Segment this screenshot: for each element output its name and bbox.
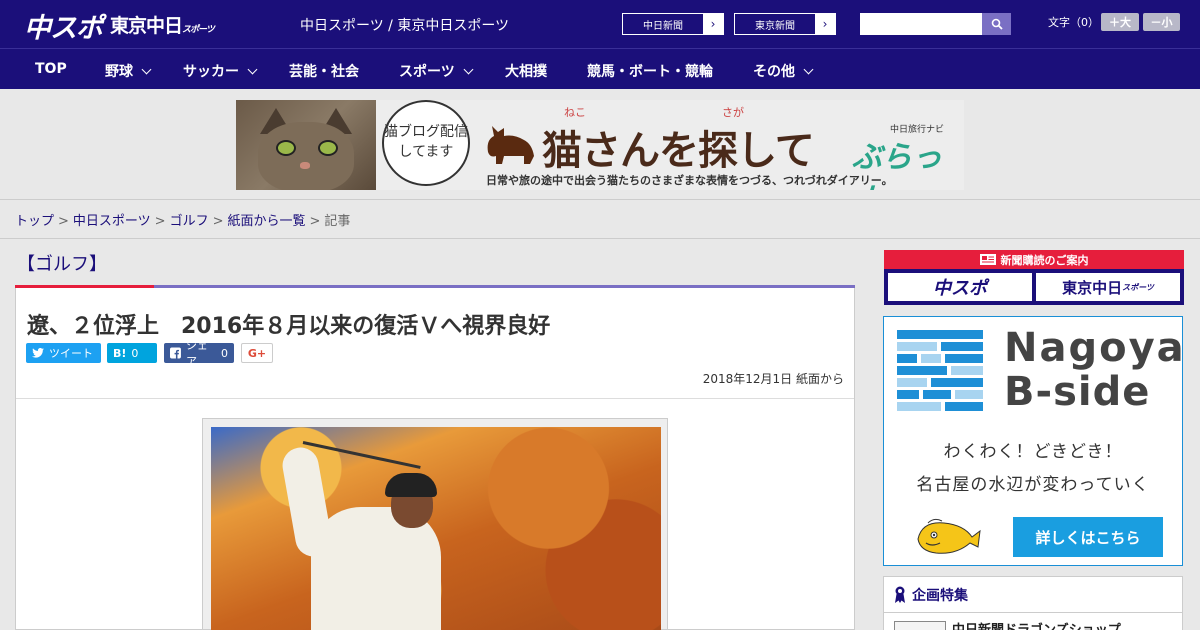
subscription-header-label: 新聞購読のご案内 bbox=[1000, 253, 1089, 267]
chevron-right-icon: › bbox=[703, 14, 723, 34]
nav-item-sumo[interactable]: 大相撲 bbox=[505, 61, 547, 81]
nav-item-label: その他 bbox=[753, 64, 795, 80]
nagoya-bside-ad[interactable]: Nagoya B-side わくわく！どきどき！ 名古屋の水辺が変わっていく 詳… bbox=[883, 316, 1186, 566]
special-feature-header: 企画特集 bbox=[884, 577, 1182, 613]
main-nav: TOP 野球 サッカー 芸能・社会 スポーツ 大相撲 競馬・ボート・競輪 その他 bbox=[0, 48, 1200, 89]
banner-title: 猫さんを探して bbox=[542, 128, 815, 174]
subscribe-tokyo-text: 東京中日 bbox=[1062, 278, 1123, 297]
banner-subtitle: 日常や旅の途中で出会う猫たちのさまざまな表情をつづる、つれづれダイアリー。 bbox=[486, 174, 893, 187]
article-headline: 遼、２位浮上 2016年８月以来の復活Ｖへ視界良好 bbox=[27, 314, 551, 339]
ribbon-icon bbox=[895, 586, 905, 603]
nav-item-sports[interactable]: スポーツ bbox=[399, 61, 474, 81]
brick-wall-icon bbox=[897, 330, 983, 414]
chevron-down-icon bbox=[803, 64, 814, 74]
nav-item-entertainment[interactable]: 芸能・社会 bbox=[289, 61, 359, 81]
nav-item-racing[interactable]: 競馬・ボート・競輪 bbox=[587, 61, 713, 81]
tokyo-shimbun-link[interactable]: 東京新聞 › bbox=[734, 13, 836, 35]
category-title: 【ゴルフ】 bbox=[17, 254, 107, 275]
divider bbox=[16, 398, 854, 399]
breadcrumb-print-list[interactable]: 紙面から一覧 bbox=[228, 214, 306, 229]
speech-bubble: 猫ブログ配信してます bbox=[382, 100, 470, 186]
search-input[interactable] bbox=[860, 13, 982, 35]
hatena-count: 0 bbox=[131, 346, 139, 360]
nav-item-label: 野球 bbox=[105, 64, 133, 80]
subscription-box: 新聞購読のご案内 中スポ 東京中日 スポーツ bbox=[884, 250, 1184, 305]
bside-tagline1: わくわく！どきどき！ bbox=[943, 442, 1123, 462]
subscribe-tokyo-chunichi-link[interactable]: 東京中日 スポーツ bbox=[1036, 273, 1180, 301]
facebook-label: シェア bbox=[185, 339, 208, 368]
banner-area: 猫ブログ配信してます ねこ さが 猫さんを探して 日常や旅の途中で出会う猫たちの… bbox=[0, 89, 1200, 200]
chevron-down-icon bbox=[247, 64, 258, 74]
nav-item-label: サッカー bbox=[183, 64, 239, 80]
special-feature-box: 企画特集 中日新聞ドラゴンズショップ bbox=[883, 576, 1183, 630]
bside-title-line1: Nagoya bbox=[1004, 325, 1186, 371]
nav-item-top[interactable]: TOP bbox=[35, 61, 67, 77]
tweet-button[interactable]: ツイート bbox=[26, 343, 101, 363]
banner-brand: ぶらっ人 bbox=[852, 140, 942, 190]
tokyo-shimbun-label: 東京新聞 bbox=[755, 20, 795, 32]
nav-item-label: スポーツ bbox=[399, 64, 455, 80]
bside-details-button[interactable]: 詳しくはこちら bbox=[1013, 517, 1163, 557]
feature-item-link[interactable]: 中日新聞ドラゴンズショップ bbox=[952, 619, 1121, 630]
search-button[interactable] bbox=[982, 13, 1011, 35]
hatena-bookmark-button[interactable]: B! 0 bbox=[107, 343, 157, 363]
nav-item-label: TOP bbox=[35, 61, 67, 77]
subscription-header: 新聞購読のご案内 bbox=[884, 250, 1184, 269]
golfer-photo[interactable] bbox=[211, 427, 661, 630]
bside-tagline2: 名古屋の水辺が変わっていく bbox=[916, 475, 1150, 495]
cat-blog-banner[interactable]: 猫ブログ配信してます ねこ さが 猫さんを探して 日常や旅の途中で出会う猫たちの… bbox=[236, 100, 964, 190]
facebook-share-button[interactable]: シェア 0 bbox=[164, 339, 234, 368]
article-photo-frame bbox=[202, 418, 668, 630]
nav-item-label: 大相撲 bbox=[505, 64, 547, 80]
font-bigger-button[interactable]: ＋大 bbox=[1101, 13, 1139, 31]
article-card: 遼、２位浮上 2016年８月以来の復活Ｖへ視界良好 ツイート B! 0 シェア … bbox=[15, 288, 855, 630]
chunichi-shimbun-link[interactable]: 中日新聞 › bbox=[622, 13, 724, 35]
special-feature-label: 企画特集 bbox=[912, 587, 968, 604]
nav-item-baseball[interactable]: 野球 bbox=[105, 61, 152, 81]
chevron-down-icon bbox=[463, 64, 474, 74]
cat-photo bbox=[236, 100, 376, 190]
breadcrumb-top[interactable]: トップ bbox=[15, 214, 54, 229]
feature-thumbnail[interactable] bbox=[894, 621, 946, 630]
breadcrumb-chunichi-sports[interactable]: 中日スポーツ bbox=[73, 214, 151, 229]
subscribe-tokyo-small: スポーツ bbox=[1122, 282, 1154, 292]
nav-item-label: 競馬・ボート・競輪 bbox=[587, 64, 713, 80]
chuspo-logo[interactable]: 中スポ bbox=[24, 6, 103, 45]
facebook-icon bbox=[170, 347, 181, 359]
breadcrumb-golf[interactable]: ゴルフ bbox=[170, 214, 209, 229]
google-plus-button[interactable]: G+ bbox=[241, 343, 273, 363]
twitter-icon bbox=[32, 348, 44, 358]
tokyo-chunichi-logo[interactable]: 東京中日スポーツ bbox=[110, 11, 215, 38]
search-icon bbox=[991, 18, 1003, 30]
chevron-right-icon: › bbox=[815, 14, 835, 34]
breadcrumb: トップ > 中日スポーツ > ゴルフ > 紙面から一覧 > 記事 bbox=[15, 214, 351, 229]
divider bbox=[0, 238, 1200, 239]
breadcrumb-current: 記事 bbox=[324, 214, 351, 229]
shachihoko-mascot-icon bbox=[917, 518, 981, 554]
subscribe-chuspo-link[interactable]: 中スポ bbox=[888, 273, 1032, 301]
tokyo-chunichi-logo-text: 東京中日 bbox=[110, 15, 183, 37]
font-smaller-button[interactable]: －小 bbox=[1143, 13, 1180, 31]
font-size-label: 文字（0） bbox=[1048, 16, 1099, 29]
newspaper-icon bbox=[979, 254, 996, 265]
cat-silhouette-icon bbox=[487, 126, 534, 164]
nav-item-label: 芸能・社会 bbox=[289, 64, 359, 80]
nav-item-soccer[interactable]: サッカー bbox=[183, 61, 258, 81]
site-title[interactable]: 中日スポーツ / 東京中日スポーツ bbox=[300, 15, 509, 35]
chevron-down-icon bbox=[141, 64, 152, 74]
hatena-icon: B! bbox=[113, 346, 127, 360]
tokyo-chunichi-logo-small: スポーツ bbox=[182, 25, 215, 35]
tweet-label: ツイート bbox=[49, 347, 93, 360]
nav-item-other[interactable]: その他 bbox=[753, 61, 814, 81]
facebook-count: 0 bbox=[221, 346, 228, 360]
top-header: 中スポ 東京中日スポーツ 中日スポーツ / 東京中日スポーツ 中日新聞 › 東京… bbox=[0, 0, 1200, 48]
chunichi-shimbun-label: 中日新聞 bbox=[643, 20, 683, 32]
bside-title-line2: B-side bbox=[1004, 369, 1151, 415]
article-date: 2018年12月1日 紙面から bbox=[702, 372, 844, 386]
